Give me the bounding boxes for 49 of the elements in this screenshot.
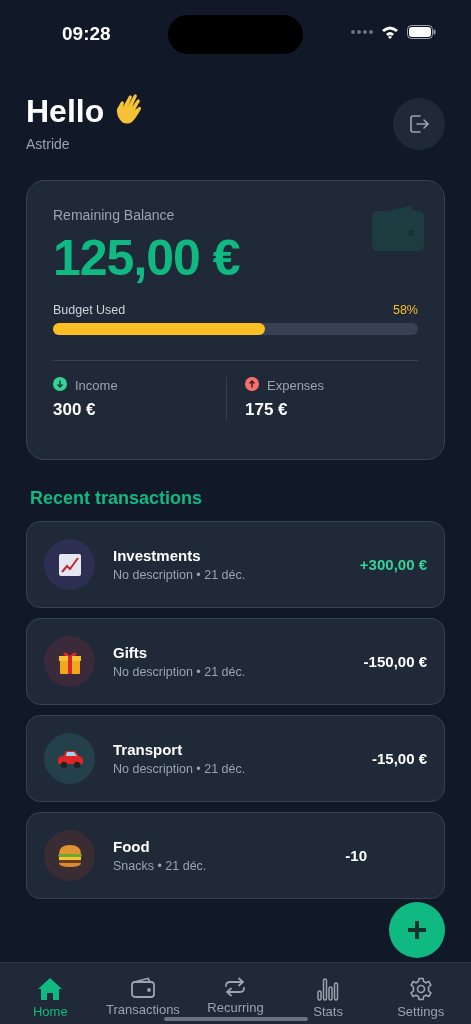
transaction-name: Food — [113, 838, 151, 855]
transaction-amount: -15,00 € — [371, 750, 427, 767]
user-name: Astride — [26, 136, 71, 152]
wifi-icon — [381, 25, 399, 39]
transaction-card[interactable]: Food Snacks • 21 déc. -10 — [26, 812, 445, 899]
tab[interactable]: Settings — [374, 963, 467, 1024]
income-label: Income — [75, 378, 118, 393]
transaction-detail: No description • 21 déc. — [113, 568, 247, 582]
tab[interactable]: Transactions — [96, 963, 190, 1024]
wallet-icon — [129, 977, 156, 999]
transaction-detail: No description • 21 déc. — [113, 762, 247, 776]
transaction-name: Transport — [113, 741, 184, 758]
chart-icon — [57, 552, 82, 577]
budget-label: Budget Used — [53, 303, 126, 317]
logout-icon — [408, 113, 430, 135]
add-button[interactable] — [389, 902, 445, 958]
expenses-label: Expenses — [267, 378, 325, 393]
transaction-card[interactable]: Investments No description • 21 déc. +300,00 € — [26, 521, 445, 608]
burger-icon — [55, 842, 84, 869]
settings-icon — [408, 977, 433, 1001]
transaction-detail: Snacks • 21 déc. — [113, 859, 208, 873]
income-value: 300 € — [53, 400, 97, 420]
down-arrow-icon — [53, 377, 67, 391]
tab[interactable]: Recurring — [189, 963, 282, 1024]
tab[interactable]: Home — [4, 963, 97, 1024]
transaction-amount: -10 — [345, 847, 367, 864]
transaction-amount: -150,00 € — [363, 653, 427, 670]
tab[interactable]: Stats — [281, 963, 375, 1024]
transaction-name: Gifts — [113, 644, 149, 661]
transaction-detail: No description • 21 déc. — [113, 665, 247, 679]
battery-icon — [407, 25, 436, 39]
plus-icon — [407, 920, 427, 940]
balance-amount: 125,00 € — [53, 229, 241, 287]
transaction-amount: +300,00 € — [359, 556, 427, 573]
balance-label: Remaining Balance — [53, 207, 176, 223]
logout-button[interactable] — [393, 98, 445, 150]
up-arrow-icon — [245, 377, 259, 391]
signal-icon — [351, 30, 373, 34]
home-icon — [37, 977, 64, 1001]
repeat-icon — [223, 977, 248, 997]
greeting: Hello — [26, 92, 105, 130]
budget-percent: 58% — [392, 303, 418, 317]
transaction-card[interactable]: Gifts No description • 21 déc. -150,00 € — [26, 618, 445, 705]
section-title: Recent transactions — [30, 488, 204, 509]
bar-chart-icon — [316, 977, 341, 1001]
expenses-value: 175 € — [245, 400, 289, 420]
transaction-card[interactable]: Transport No description • 21 déc. -15,00 € — [26, 715, 445, 802]
transaction-name: Investments — [113, 547, 202, 564]
clock: 09:28 — [62, 23, 112, 45]
